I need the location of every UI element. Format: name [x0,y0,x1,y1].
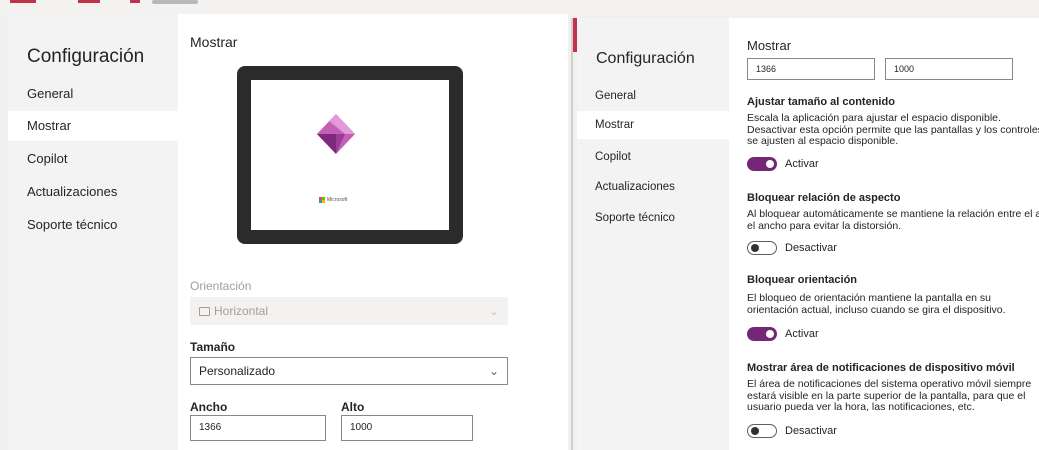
width-label: Ancho [190,400,228,414]
settings-nav: Configuración General Mostrar Copilot Ac… [577,18,729,450]
microsoft-logo-icon [319,197,325,203]
section-title: Mostrar [747,38,792,53]
section-title: Mostrar [190,34,238,50]
chevron-down-icon: ⌄ [488,304,499,318]
settings-dialog-right: Configuración General Mostrar Copilot Ac… [577,18,1039,450]
setting-title-lock-aspect: Bloquear relación de aspecto [747,192,901,204]
nav-item-actualizaciones[interactable]: Actualizaciones [8,177,178,207]
toggle-fit-content[interactable] [747,157,777,171]
nav-item-soporte[interactable]: Soporte técnico [577,204,729,232]
setting-desc-notification-area: El área de notificaciones del sistema op… [747,378,1032,413]
toggle-knob [766,330,774,338]
device-preview: Microsoft [237,66,463,244]
setting-desc-lock-orientation: El bloqueo de orientación mantiene la pa… [747,292,1006,316]
orientation-value: Horizontal [214,304,269,318]
setting-desc-fit-content: Escala la aplicación para ajustar el esp… [747,112,1039,147]
tablet-icon [199,307,210,316]
chevron-down-icon: ⌄ [488,364,499,378]
settings-title: Configuración [596,50,695,67]
size-value: Personalizado [199,364,276,378]
nav-item-soporte[interactable]: Soporte técnico [8,210,178,240]
size-dropdown[interactable]: Personalizado ⌄ [190,357,508,385]
nav-item-general[interactable]: General [8,79,178,109]
tab-indicator [10,0,36,3]
height-input[interactable]: 1000 [341,415,473,441]
height-input[interactable]: 1000 [885,58,1013,80]
toggle-label-lock-orientation: Activar [785,328,819,340]
power-apps-logo-icon [317,114,355,154]
settings-title: Configuración [27,46,145,67]
setting-title-notification-area: Mostrar área de notificaciones de dispos… [747,362,1015,374]
setting-desc-lock-aspect: Al bloquear automáticamente se mantiene … [747,208,1039,232]
nav-item-general[interactable]: General [577,82,729,110]
nav-item-mostrar[interactable]: Mostrar [577,111,729,139]
toggle-lock-orientation[interactable] [747,327,777,341]
toggle-label-notification-area: Desactivar [785,425,837,437]
setting-title-lock-orientation: Bloquear orientación [747,274,858,286]
toggle-label-fit-content: Activar [785,158,819,170]
nav-item-mostrar[interactable]: Mostrar [8,111,178,141]
size-label: Tamaño [190,340,236,354]
toggle-knob [751,244,759,252]
nav-item-copilot[interactable]: Copilot [577,143,729,171]
settings-content: Mostrar 1366 1000 Ajustar tamaño al cont… [729,18,1039,450]
tab-indicator [78,0,100,3]
toggle-knob [766,160,774,168]
microsoft-wordmark: Microsoft [327,197,348,203]
toggle-lock-aspect[interactable] [747,241,777,255]
toggle-label-lock-aspect: Desactivar [785,242,837,254]
settings-dialog-left: Configuración General Mostrar Copilot Ac… [8,14,568,450]
width-input[interactable]: 1366 [747,58,875,80]
orientation-dropdown[interactable]: Horizontal ⌄ [190,297,508,325]
settings-content: Mostrar Microsoft Orientación Horizontal… [178,14,568,450]
toggle-notification-area[interactable] [747,424,777,438]
height-label: Alto [341,400,365,414]
nav-item-copilot[interactable]: Copilot [8,144,178,174]
orientation-label: Orientación [190,279,252,293]
setting-title-fit-content: Ajustar tamaño al contenido [747,96,895,108]
microsoft-logo: Microsoft [319,196,359,204]
settings-nav: Configuración General Mostrar Copilot Ac… [8,14,178,450]
nav-item-actualizaciones[interactable]: Actualizaciones [577,173,729,201]
tab-indicator [130,0,140,3]
panel-divider [571,18,573,450]
tab-indicator [152,0,198,4]
toggle-knob [751,427,759,435]
width-input[interactable]: 1366 [190,415,326,441]
